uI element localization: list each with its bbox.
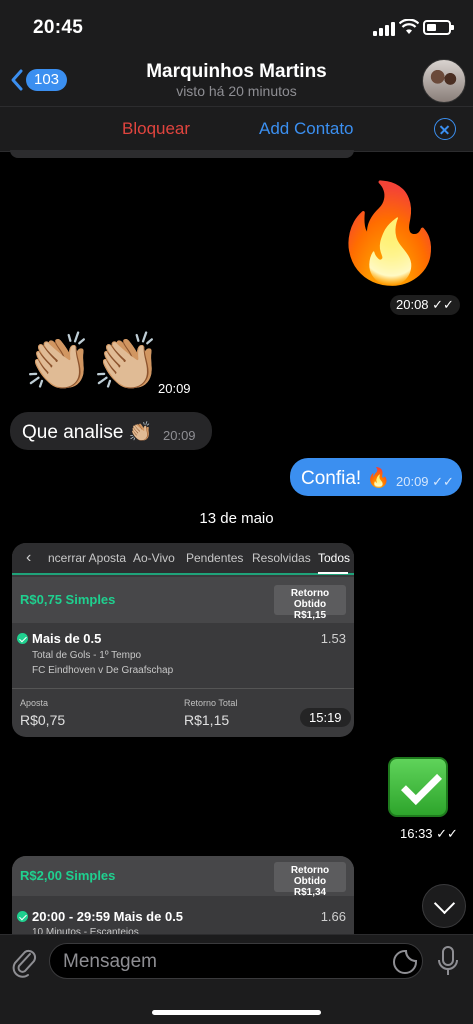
avatar[interactable]	[422, 59, 466, 103]
selection-market: Total de Gols - 1º Tempo	[32, 650, 142, 661]
scroll-down-button[interactable]	[422, 884, 466, 928]
tab-pending: Pendentes	[186, 551, 244, 565]
selection-name: Mais de 0.5	[32, 631, 102, 646]
stake-label: Aposta	[20, 698, 49, 708]
total-return-value: R$1,15	[184, 712, 230, 728]
retorno-obtido-box: Retorno Obtido R$1,34	[274, 862, 346, 898]
tab-live: Ao-Vivo	[133, 551, 175, 565]
paperclip-icon[interactable]	[10, 945, 38, 979]
chat-header: 103 Marquinhos Martins visto há 20 minut…	[0, 58, 473, 106]
message-time: 15:19	[300, 708, 351, 727]
bet-amount: R$2,00 Simples	[20, 868, 116, 883]
clap-emoji-message[interactable]: 👏🏼	[92, 334, 162, 390]
tab-underline	[318, 572, 348, 574]
retorno-label: Retorno Obtido	[290, 865, 330, 887]
check-circle-icon	[17, 633, 28, 644]
message-input[interactable]: Mensagem	[49, 943, 423, 979]
home-indicator	[152, 1010, 321, 1015]
tab-resolved: Resolvidas	[252, 551, 311, 565]
bet-header: R$2,00 Simples Retorno Obtido R$1,34	[12, 856, 354, 898]
bet-screenshot-image[interactable]: R$2,00 Simples Retorno Obtido R$1,34 20:…	[12, 856, 354, 936]
retorno-value: R$1,34	[293, 887, 327, 898]
bet-tabs: ‹ ncerrar Aposta Ao-Vivo Pendentes Resol…	[12, 543, 354, 575]
bet-selection: Mais de 0.5 1.53 Total de Gols - 1º Temp…	[12, 623, 354, 689]
stake-value: R$0,75	[20, 712, 66, 728]
message-time: 20:09	[158, 381, 191, 396]
tab-back-icon: ‹	[26, 549, 32, 566]
block-button[interactable]: Bloquear	[122, 119, 190, 139]
date-separator: 13 de maio	[199, 510, 274, 527]
message-text: Que analise 👏🏼	[22, 422, 153, 443]
bet-amount: R$0,75 Simples	[20, 592, 116, 607]
previous-message-edge	[10, 150, 354, 158]
selection-odds: 1.53	[320, 631, 346, 646]
selection-event: FC Eindhoven v De Graafschap	[32, 665, 174, 676]
chat-last-seen: visto há 20 minutos	[176, 83, 297, 99]
status-time: 20:45	[33, 17, 84, 38]
retorno-obtido-box: Retorno Obtido R$1,15	[274, 585, 346, 621]
message-time: 20:09 ✓✓	[396, 474, 454, 489]
microphone-icon[interactable]	[436, 945, 460, 979]
chat-title[interactable]: Marquinhos Martins	[0, 61, 473, 83]
message-text: Confia! 🔥	[301, 468, 391, 489]
close-icon[interactable]	[434, 118, 456, 140]
status-bar: 20:45	[0, 0, 473, 58]
battery-icon	[423, 20, 454, 35]
message-time: 16:33 ✓✓	[400, 826, 458, 841]
bet-screenshot-image[interactable]: ‹ ncerrar Aposta Ao-Vivo Pendentes Resol…	[12, 543, 354, 737]
add-contact-button[interactable]: Add Contato	[259, 119, 354, 139]
check-circle-icon	[17, 911, 28, 922]
signal-icon	[373, 22, 395, 36]
check-mark-emoji-message[interactable]	[388, 757, 448, 817]
clap-emoji-message[interactable]: 👏🏼	[24, 334, 94, 390]
message-time: 20:09	[163, 428, 196, 443]
retorno-label: Retorno Obtido	[290, 588, 330, 610]
incoming-message-bubble[interactable]: Que analise 👏🏼 20:09	[10, 412, 212, 450]
selection-name: 20:00 - 29:59 Mais de 0.5	[32, 909, 184, 924]
total-return-label: Retorno Total	[184, 698, 238, 708]
tab-all: Todos	[318, 551, 351, 565]
message-placeholder: Mensagem	[63, 951, 157, 972]
contact-action-bar: Bloquear Add Contato	[0, 106, 473, 152]
selection-odds: 1.66	[320, 909, 346, 924]
bet-header: R$0,75 Simples Retorno Obtido R$1,15	[12, 577, 354, 623]
retorno-value: R$1,15	[293, 610, 327, 621]
fire-emoji-message[interactable]: 🔥	[330, 186, 450, 282]
outgoing-message-bubble[interactable]: Confia! 🔥 20:09 ✓✓	[290, 458, 462, 496]
wifi-icon	[399, 19, 419, 34]
tab-cashout: ncerrar Aposta	[48, 551, 127, 565]
sticker-icon[interactable]	[392, 949, 418, 975]
message-time: 20:08 ✓✓	[390, 295, 460, 315]
